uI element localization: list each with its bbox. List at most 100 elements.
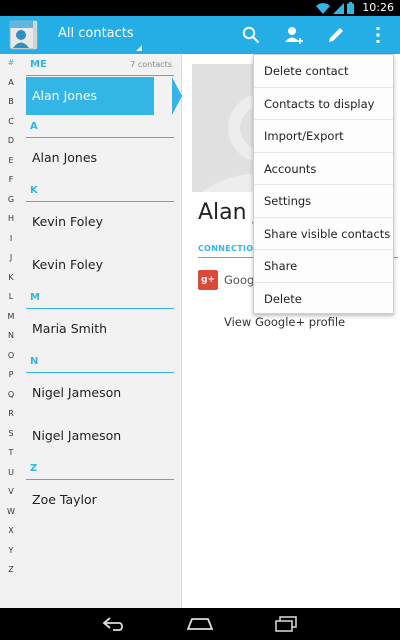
contact-count: 7 contacts: [130, 60, 172, 69]
contact-row[interactable]: Nigel Jameson: [26, 417, 176, 455]
contact-name: Kevin Foley: [32, 257, 103, 272]
index-letter[interactable]: L: [0, 292, 22, 302]
index-letter[interactable]: K: [0, 273, 22, 283]
index-letter[interactable]: B: [0, 97, 22, 107]
recent-apps-icon: [275, 616, 297, 632]
search-icon: [242, 26, 260, 44]
contact-name: Nigel Jameson: [32, 385, 122, 400]
add-contact-icon: [285, 27, 303, 44]
add-contact-button[interactable]: [274, 16, 314, 54]
edit-icon: [329, 28, 343, 42]
contacts-filter-dropdown[interactable]: All contacts: [48, 16, 144, 54]
index-letter[interactable]: R: [0, 409, 22, 419]
index-letter[interactable]: #: [0, 58, 22, 68]
search-button[interactable]: [231, 16, 271, 54]
contact-name: Zoe Taylor: [32, 492, 97, 507]
contact-row[interactable]: Zoe Taylor: [26, 481, 176, 519]
index-letter[interactable]: H: [0, 214, 22, 224]
dropdown-caret-icon: [136, 45, 142, 51]
contact-name: Kevin Foley: [32, 214, 103, 229]
section-header: M: [26, 289, 174, 309]
index-letter[interactable]: W: [0, 507, 22, 517]
signal-icon: [333, 2, 344, 14]
menu-item[interactable]: Delete: [254, 283, 393, 316]
section-header: ME 7 contacts: [26, 56, 174, 76]
selection-arrow: [172, 77, 182, 115]
contact-row[interactable]: Kevin Foley: [26, 203, 176, 241]
section-letter: Z: [30, 463, 38, 474]
index-letter[interactable]: P: [0, 370, 22, 380]
contact-row-selected[interactable]: Alan Jones: [26, 77, 154, 115]
index-letter[interactable]: Z: [0, 565, 22, 575]
status-bar: 10:26: [0, 0, 400, 16]
wifi-icon: [316, 2, 330, 14]
contact-name: Nigel Jameson: [32, 428, 122, 443]
menu-item[interactable]: Share visible contacts: [254, 218, 393, 250]
menu-item[interactable]: Settings: [254, 185, 393, 218]
edit-contact-button[interactable]: [316, 16, 356, 54]
contact-name: Alan Jones: [32, 88, 98, 103]
menu-item[interactable]: Share: [254, 250, 393, 283]
index-letter[interactable]: A: [0, 78, 22, 88]
index-letter[interactable]: E: [0, 156, 22, 166]
status-icons: [316, 2, 354, 14]
section-header: A: [26, 118, 174, 138]
index-letter[interactable]: F: [0, 175, 22, 185]
menu-item[interactable]: Delete contact: [254, 55, 393, 88]
contact-name: Alan Jones: [32, 150, 98, 165]
index-letter[interactable]: C: [0, 117, 22, 127]
battery-icon: [347, 2, 354, 14]
menu-item-label: Import/Export: [264, 129, 344, 143]
status-time: 10:26: [362, 1, 394, 14]
index-letter[interactable]: T: [0, 448, 22, 458]
overflow-menu: Delete contact Contacts to display Import/…: [253, 54, 394, 314]
index-letter[interactable]: Y: [0, 546, 22, 556]
home-icon: [186, 618, 214, 630]
home-button[interactable]: [176, 608, 224, 640]
menu-item-label: Settings: [264, 194, 312, 208]
menu-item-label: Share: [264, 259, 298, 273]
section-letter: N: [30, 356, 39, 367]
index-letter[interactable]: V: [0, 487, 22, 497]
menu-item-label: Accounts: [264, 161, 317, 176]
view-google-plus-profile-link[interactable]: View Google+ profile: [224, 315, 345, 329]
overflow-menu-button[interactable]: [358, 16, 398, 54]
section-letter: K: [30, 185, 38, 196]
contact-name-heading: Alan J: [198, 200, 261, 225]
google-plus-label: Goog: [224, 273, 255, 287]
contact-row[interactable]: Maria Smith: [26, 310, 176, 348]
index-letter[interactable]: S: [0, 429, 22, 439]
section-header: N: [26, 353, 174, 373]
menu-item-label: Share visible contacts: [264, 226, 391, 241]
index-letter[interactable]: J: [0, 253, 22, 263]
contact-name: Maria Smith: [32, 321, 108, 336]
section-letter: M: [30, 292, 40, 303]
index-letter[interactable]: M: [0, 312, 22, 322]
index-letter[interactable]: N: [0, 331, 22, 341]
action-bar: All contacts: [0, 16, 400, 54]
section-letter: ME: [30, 59, 47, 70]
contact-row[interactable]: Alan Jones: [26, 139, 176, 177]
contact-row[interactable]: Nigel Jameson: [26, 374, 176, 412]
navigation-bar: [0, 608, 400, 640]
index-letter[interactable]: X: [0, 526, 22, 536]
connections-label: CONNECTION: [198, 244, 261, 253]
section-header: Z: [26, 460, 174, 480]
index-letter[interactable]: Q: [0, 390, 22, 400]
recent-apps-button[interactable]: [262, 608, 310, 640]
menu-item[interactable]: Accounts: [254, 153, 393, 185]
section-header: K: [26, 182, 174, 202]
contacts-app-icon[interactable]: [8, 19, 40, 51]
contact-row[interactable]: Kevin Foley: [26, 246, 176, 284]
index-letter[interactable]: O: [0, 351, 22, 361]
index-letter[interactable]: G: [0, 195, 22, 205]
index-letter[interactable]: D: [0, 136, 22, 146]
contact-list: ME 7 contacts Alan Jones A Alan Jones K Kevin …: [22, 54, 182, 608]
index-letter[interactable]: I: [0, 234, 22, 244]
menu-item[interactable]: Contacts to display: [254, 88, 393, 120]
index-letter[interactable]: U: [0, 468, 22, 478]
google-plus-icon: g+: [198, 270, 218, 290]
back-button[interactable]: [91, 608, 139, 640]
alphabet-index[interactable]: # A B C D E F G H I J K L M N O P Q R S T U V W X Y Z: [0, 54, 22, 608]
menu-item[interactable]: Import/Export: [254, 120, 393, 153]
